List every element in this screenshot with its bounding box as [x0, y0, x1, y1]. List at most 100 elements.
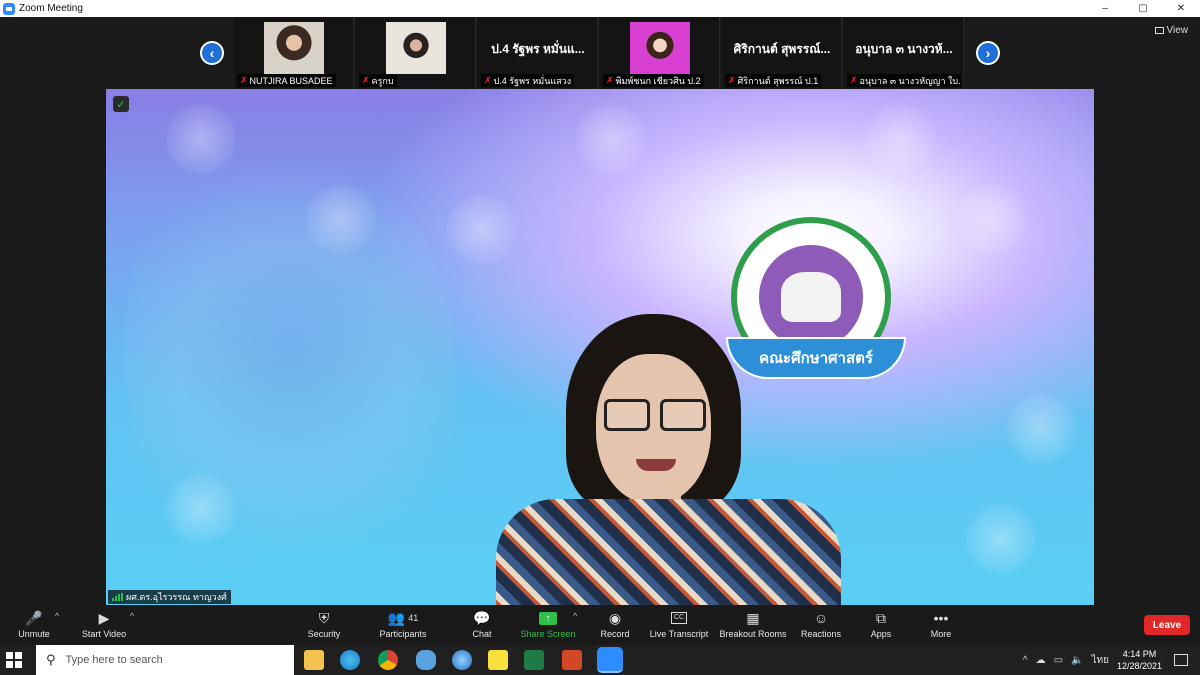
window-title: Zoom Meeting — [19, 3, 83, 14]
mic-muted-icon: ✗ — [606, 75, 614, 85]
chevron-up-icon[interactable]: ^ — [1023, 655, 1028, 666]
participant-photo — [264, 22, 324, 74]
chevron-right-icon: › — [985, 45, 991, 61]
taskbar-search-box[interactable]: ⚲ Type here to search — [36, 645, 294, 675]
speaker-person — [496, 314, 841, 605]
cloud-icon[interactable]: ☁ — [1036, 655, 1046, 666]
taskbar-clock[interactable]: 4:14 PM 12/28/2021 — [1117, 648, 1162, 672]
participant-label: ✗ ป.4 รัฐพร หมั่นแสวง — [481, 74, 575, 87]
participant-avatar — [630, 22, 690, 74]
zoom-window: Zoom Meeting – ▢ ✕ ‹ ✗ NUTJIRA BUSADEE ✗ ค… — [0, 0, 1200, 645]
shield-icon: ⛨ — [318, 609, 330, 626]
participant-label: ✗ NUTJIRA BUSADEE — [237, 74, 336, 87]
background-ornament — [966, 499, 1036, 579]
smiley-icon: ☺ — [813, 610, 829, 626]
chevron-left-icon: ‹ — [209, 45, 215, 61]
gallery-prev-button[interactable]: ‹ — [200, 41, 224, 65]
video-options-caret[interactable]: ^ — [130, 611, 134, 621]
participant-tile[interactable]: ✗ พิมพ์ชนก เชียวศิน ป.2 — [600, 17, 720, 89]
gallery-strip: ‹ ✗ NUTJIRA BUSADEE ✗ ครูกบ ป.4 รัฐพร หมั่… — [0, 17, 1200, 89]
reactions-button[interactable]: ☺ Reactions — [801, 609, 841, 643]
participants-count: 41 — [408, 613, 419, 623]
zoom-taskbar-icon[interactable] — [597, 647, 623, 673]
clock-time: 4:14 PM — [1122, 649, 1157, 659]
paint-icon[interactable] — [416, 650, 436, 670]
chat-button[interactable]: 💬 Chat — [466, 609, 498, 643]
ellipsis-icon: ••• — [933, 610, 949, 626]
maximize-button[interactable]: ▢ — [1124, 0, 1162, 17]
mic-muted-icon: ✗ — [362, 75, 370, 85]
participant-label: ✗ พิมพ์ชนก เชียวศิน ป.2 — [603, 74, 704, 87]
share-screen-button[interactable]: ↑ Share Screen — [520, 609, 576, 643]
unmute-button[interactable]: 🎤 Unmute — [14, 609, 54, 643]
volume-icon[interactable]: 🔈 — [1071, 655, 1083, 666]
security-button[interactable]: ⛨ Security — [304, 609, 344, 643]
record-button[interactable]: ◉ Record — [598, 609, 632, 643]
minimize-button[interactable]: – — [1086, 0, 1124, 17]
participants-button[interactable]: 👥 41 Participants — [376, 609, 430, 643]
background-ornament — [446, 189, 516, 269]
mic-muted-icon: ✗ — [850, 75, 858, 85]
speaker-patterned-top — [496, 499, 841, 605]
closed-caption-icon: CC — [670, 609, 688, 627]
active-speaker-video: ✓ คณะศึกษาศาสตร์ ผศ.ดร.อุไรวรรณ ทาญวงศ์ — [106, 89, 1094, 605]
background-ornament — [166, 99, 236, 179]
background-ornament — [166, 469, 236, 549]
file-explorer-icon[interactable] — [304, 650, 324, 670]
share-options-caret[interactable]: ^ — [573, 611, 577, 621]
video-off-icon: ▶ — [98, 609, 110, 626]
more-button[interactable]: ••• More — [926, 609, 956, 643]
leave-button[interactable]: Leave — [1144, 615, 1190, 635]
notifications-icon[interactable] — [1174, 654, 1188, 666]
breakout-rooms-button[interactable]: ▦ Breakout Rooms — [719, 609, 786, 643]
background-ornament — [956, 179, 1026, 259]
participant-tile[interactable]: ✗ ครูกบ — [356, 17, 476, 89]
participant-tile[interactable]: ✗ NUTJIRA BUSADEE — [234, 17, 354, 89]
background-ornament — [866, 99, 936, 179]
gallery-next-button[interactable]: › — [976, 41, 1000, 65]
browser-icon[interactable] — [452, 650, 472, 670]
chrome-icon[interactable] — [378, 650, 398, 670]
start-video-button[interactable]: ▶ Start Video — [78, 609, 130, 643]
participant-tile[interactable]: ป.4 รัฐพร หมั่นแ... ✗ ป.4 รัฐพร หมั่นแสวง — [478, 17, 598, 89]
clock-date: 12/28/2021 — [1116, 661, 1162, 671]
input-language[interactable]: ไทย — [1091, 653, 1108, 668]
mic-muted-icon: ✗ — [240, 75, 248, 85]
encryption-shield-icon[interactable]: ✓ — [113, 96, 129, 112]
network-icon[interactable]: ▭ — [1054, 655, 1063, 666]
apps-button[interactable]: ⧉ Apps — [866, 609, 896, 643]
title-bar: Zoom Meeting – ▢ ✕ — [0, 0, 1200, 17]
windows-start-button[interactable] — [6, 652, 22, 668]
background-ornament — [1006, 389, 1076, 469]
share-screen-icon: ↑ — [539, 609, 557, 627]
search-placeholder: Type here to search — [65, 654, 163, 666]
zoom-app-icon — [3, 2, 15, 15]
participant-tile[interactable]: ศิริกานต์ สุพรรณ์... ✗ ศิริกานต์ สุพรรณ์ … — [722, 17, 842, 89]
powerpoint-icon[interactable] — [562, 650, 582, 670]
close-button[interactable]: ✕ — [1162, 0, 1200, 17]
windows-taskbar: ⚲ Type here to search ^ ☁ ▭ 🔈 ไทย 4:14 P… — [0, 645, 1200, 675]
speaker-glasses — [604, 399, 706, 433]
participant-photo — [386, 22, 446, 74]
background-ornament — [306, 179, 376, 259]
sticky-notes-icon[interactable] — [488, 650, 508, 670]
microphone-muted-icon: 🎤 — [25, 609, 43, 626]
mic-muted-icon: ✗ — [484, 75, 492, 85]
grid-view-icon — [1154, 27, 1164, 34]
breakout-rooms-icon: ▦ — [746, 609, 760, 626]
meeting-toolbar: 🎤 Unmute ^ ▶ Start Video ^ ⛨ Security 👥 4… — [0, 605, 1200, 645]
edge-icon[interactable] — [340, 650, 360, 670]
system-tray: ^ ☁ ▭ 🔈 ไทย 4:14 PM 12/28/2021 — [1023, 645, 1200, 675]
view-button[interactable]: View — [1154, 25, 1188, 36]
participant-label: ✗ ศิริกานต์ สุพรรณ์ ป.1 — [725, 74, 822, 87]
mic-muted-icon: ✗ — [728, 75, 736, 85]
participant-name-display: ป.4 รัฐพร หมั่นแ... — [491, 42, 585, 56]
participant-label: ✗ อนุบาล ๓ นางวหัญญา ใบ... — [847, 74, 961, 87]
audio-options-caret[interactable]: ^ — [55, 611, 59, 621]
participant-tile[interactable]: อนุบาล ๓ นางวห้... ✗ อนุบาล ๓ นางวหัญญา ใ… — [844, 17, 964, 89]
participants-icon: 👥 41 — [387, 609, 419, 626]
participant-name-display: ศิริกานต์ สุพรรณ์... — [733, 42, 831, 56]
speaker-mouth — [636, 459, 676, 471]
excel-icon[interactable] — [524, 650, 544, 670]
live-transcript-button[interactable]: CC Live Transcript — [650, 609, 708, 643]
